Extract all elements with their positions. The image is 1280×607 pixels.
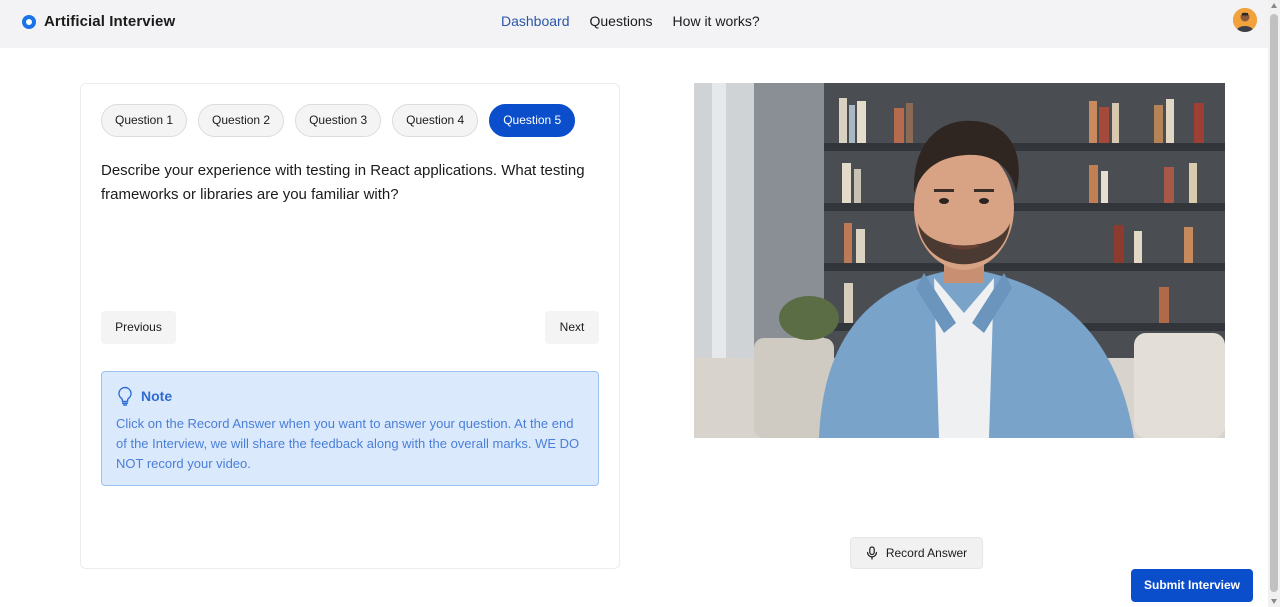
nav-link-dashboard[interactable]: Dashboard — [501, 13, 570, 29]
question-text: Describe your experience with testing in… — [101, 162, 585, 203]
note-header: Note — [116, 386, 584, 406]
previous-button[interactable]: Previous — [101, 311, 176, 344]
user-avatar[interactable] — [1233, 8, 1257, 32]
app-logo-icon — [22, 14, 36, 29]
question-card: Question 1 Question 2 Question 3 Questio… — [80, 83, 620, 569]
scrollbar-thumb[interactable] — [1270, 14, 1278, 592]
note-box: Note Click on the Record Answer when you… — [101, 371, 599, 486]
avatar-image — [1233, 8, 1257, 32]
nav-link-how-it-works[interactable]: How it works? — [673, 13, 760, 29]
tab-question-1[interactable]: Question 1 — [101, 104, 188, 137]
record-answer-button[interactable]: Record Answer — [850, 537, 983, 569]
note-body: Click on the Record Answer when you want… — [116, 416, 580, 471]
scroll-up-arrow-icon[interactable] — [1271, 3, 1277, 8]
lightbulb-icon — [118, 386, 132, 406]
tab-question-5[interactable]: Question 5 — [489, 104, 576, 137]
app-title: Artificial Interview — [44, 13, 176, 30]
webcam-image — [694, 83, 1225, 438]
microphone-icon — [866, 546, 877, 560]
tab-question-4[interactable]: Question 4 — [392, 104, 479, 137]
tab-question-2[interactable]: Question 2 — [198, 104, 285, 137]
main-nav: Dashboard Questions How it works? — [501, 13, 760, 29]
next-button[interactable]: Next — [545, 311, 599, 344]
page-scrollbar[interactable] — [1268, 0, 1280, 607]
top-navbar: Artificial Interview Dashboard Questions… — [0, 0, 1268, 48]
note-title: Note — [141, 388, 173, 404]
record-answer-label: Record Answer — [885, 546, 968, 560]
question-tabs: Question 1 Question 2 Question 3 Questio… — [101, 104, 576, 137]
webcam-preview — [694, 83, 1225, 438]
nav-link-questions[interactable]: Questions — [590, 13, 653, 29]
scroll-down-arrow-icon[interactable] — [1271, 599, 1277, 604]
submit-interview-button[interactable]: Submit Interview — [1131, 569, 1253, 602]
tab-question-3[interactable]: Question 3 — [295, 104, 382, 137]
brand[interactable]: Artificial Interview — [22, 13, 175, 30]
